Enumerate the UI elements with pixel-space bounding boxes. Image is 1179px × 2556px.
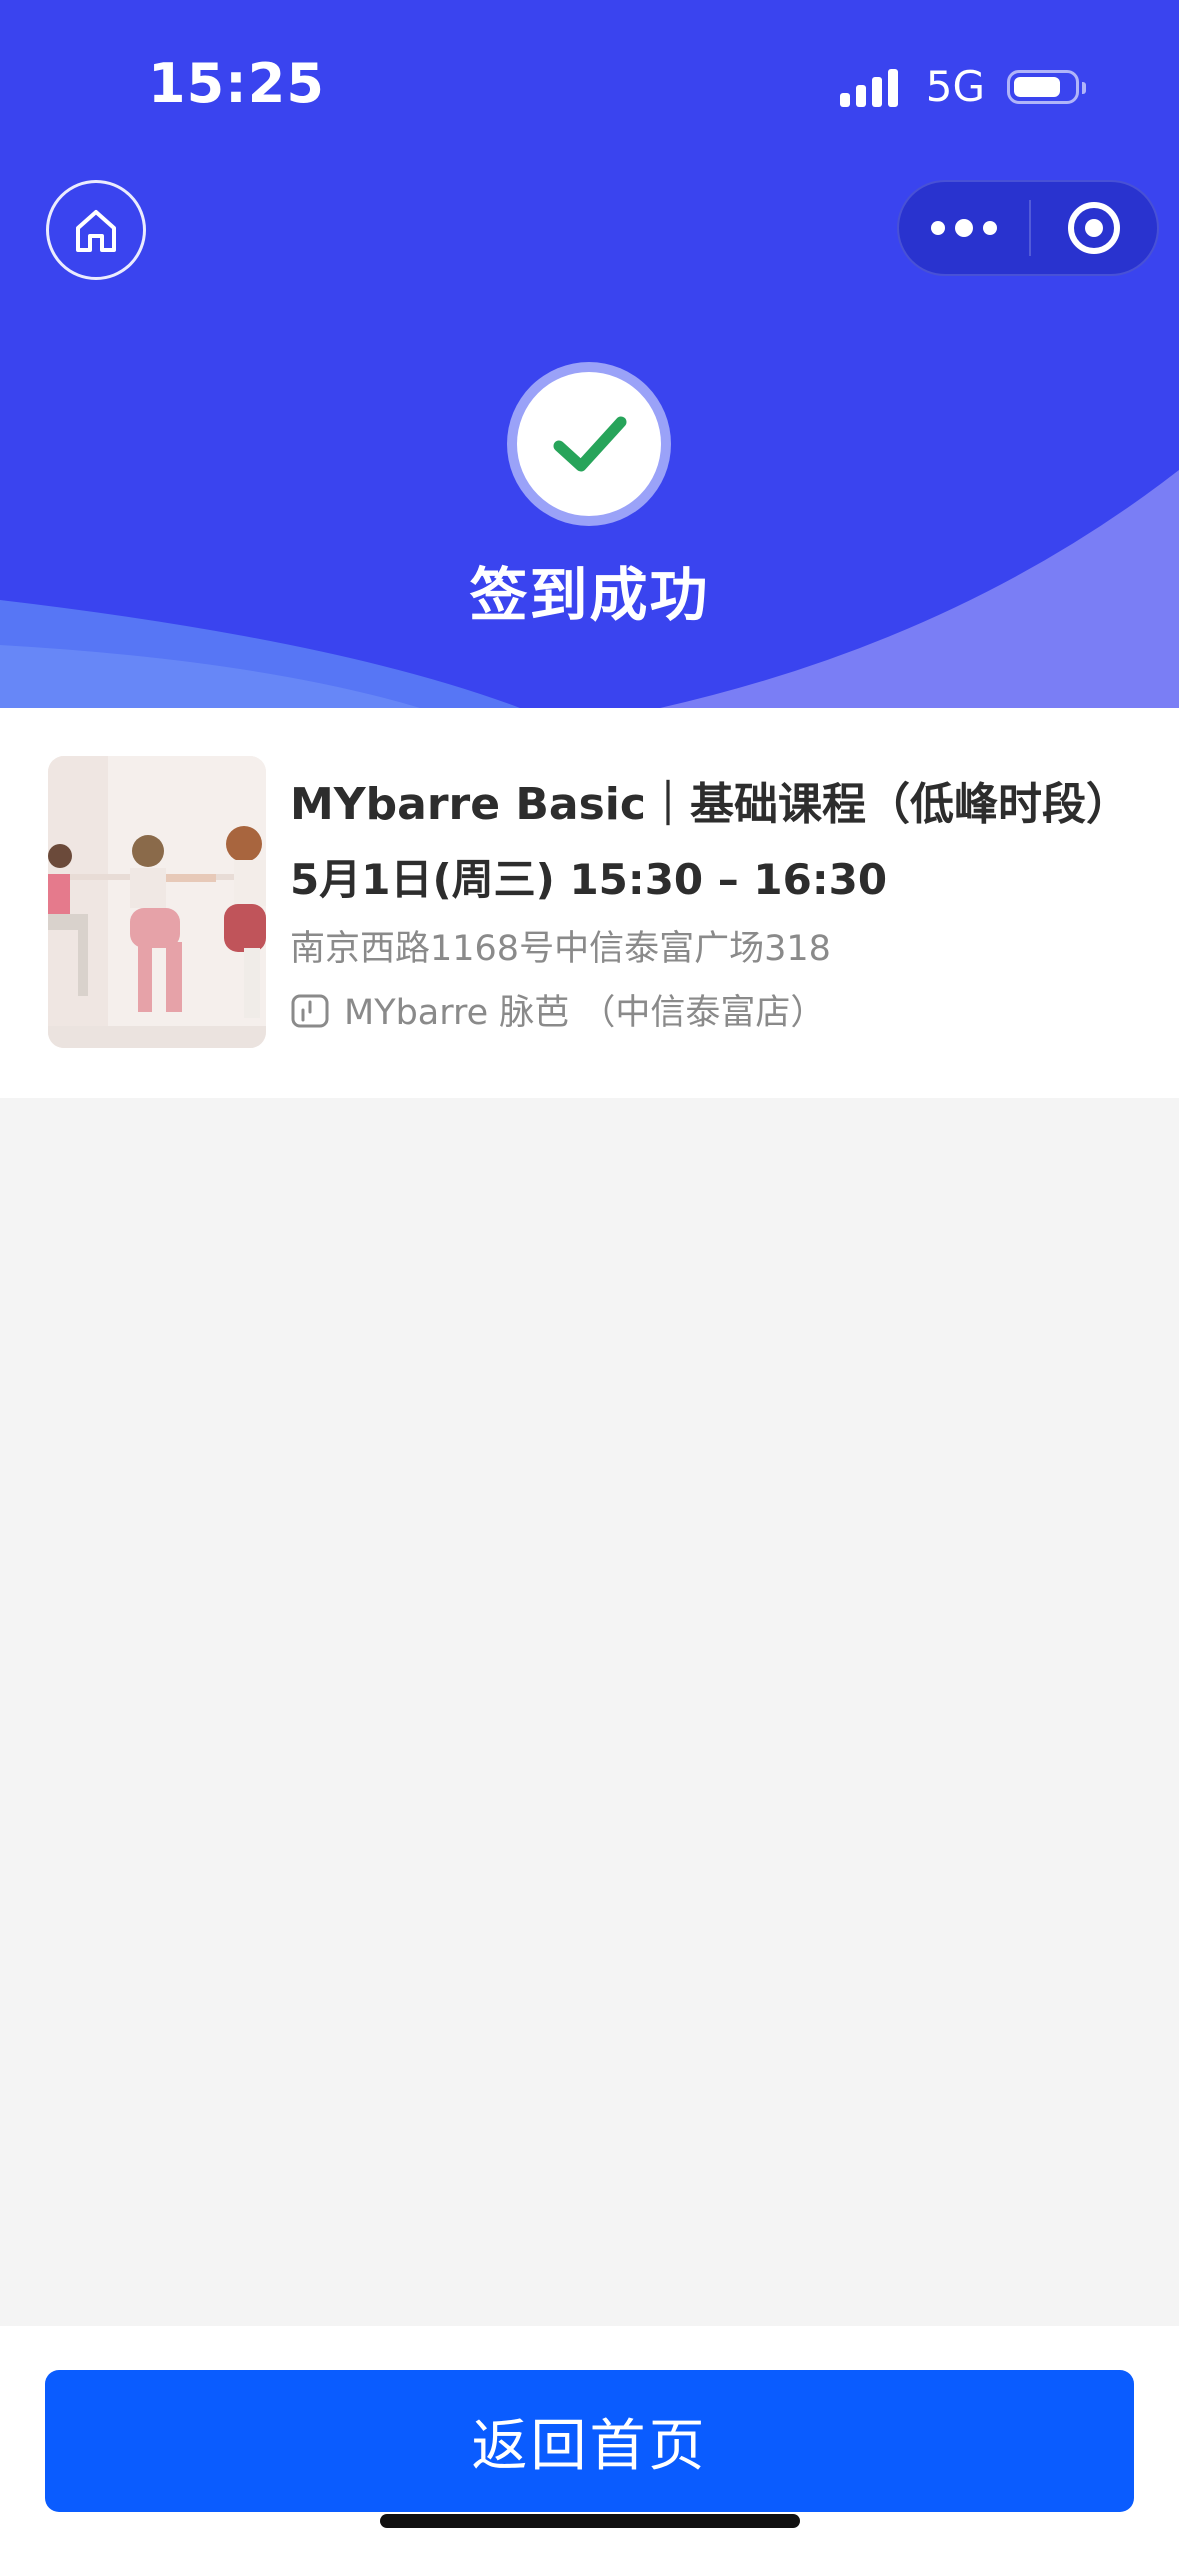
battery-icon	[1007, 69, 1086, 104]
target-icon	[1068, 202, 1120, 254]
course-card[interactable]: MYbarre Basic｜基础课程（低峰时段） 5月1日(周三) 15:30 …	[0, 708, 1179, 1098]
home-indicator	[380, 2514, 800, 2528]
signal-icon	[839, 67, 904, 107]
course-address: 南京西路1168号中信泰富广场318	[290, 929, 831, 969]
store-icon	[291, 994, 329, 1027]
status-indicators: 5G	[839, 62, 1086, 111]
close-mini-program-button[interactable]	[1031, 182, 1157, 274]
success-title: 签到成功	[469, 561, 710, 629]
status-time: 15:25	[148, 52, 325, 115]
more-button[interactable]	[899, 182, 1029, 274]
network-label: 5G	[925, 62, 985, 111]
store-name: MYbarre 脉芭 （中信泰富店）	[344, 993, 826, 1033]
course-time: 5月1日(周三) 15:30 – 16:30	[290, 855, 888, 904]
home-button[interactable]	[46, 180, 146, 280]
course-thumbnail	[48, 756, 266, 1048]
home-icon	[76, 210, 116, 252]
course-store: MYbarre 脉芭 （中信泰富店）	[290, 984, 825, 1035]
course-name: MYbarre Basic｜基础课程（低峰时段）	[290, 779, 1130, 830]
mini-program-capsule	[897, 180, 1159, 276]
back-home-button[interactable]: 返回首页	[45, 2370, 1134, 2512]
more-dots-icon	[931, 221, 945, 235]
success-badge	[507, 362, 671, 526]
header-banner: 15:25 5G 签到成功	[0, 0, 1179, 708]
checkmark-icon	[553, 416, 627, 472]
success-circle	[517, 372, 661, 516]
